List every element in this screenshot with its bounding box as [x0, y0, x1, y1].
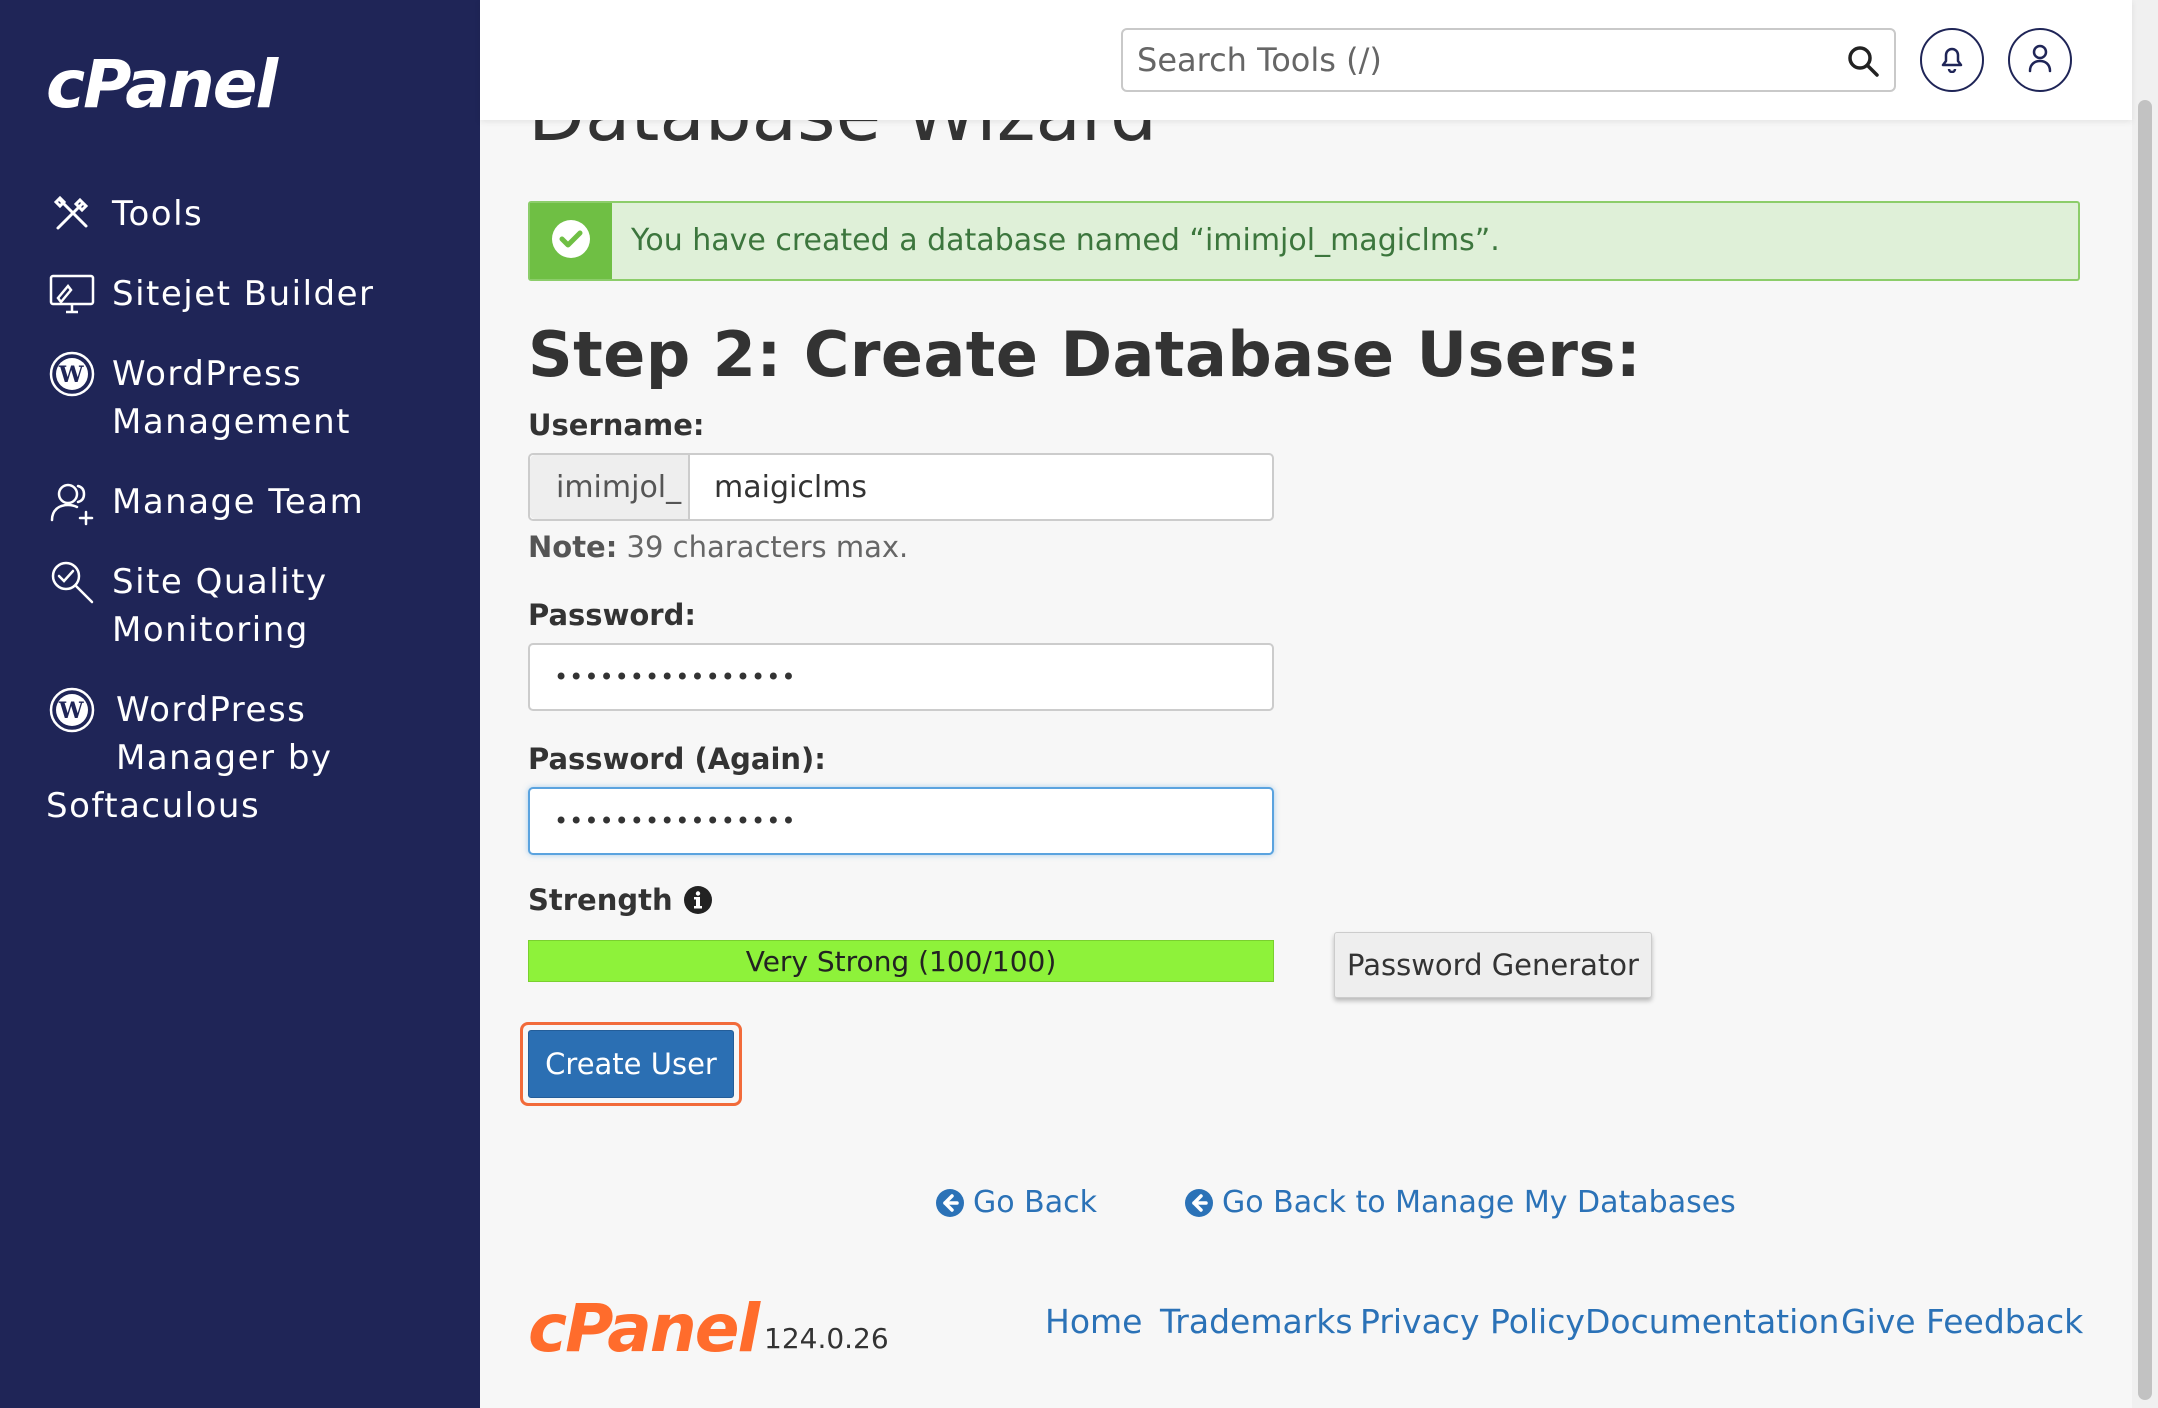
page-scrollbar[interactable] — [2132, 0, 2158, 1408]
alert-icon-bar — [530, 203, 612, 279]
user-icon — [2026, 43, 2054, 77]
wordpress-icon: W — [46, 686, 98, 734]
cpanel-logo[interactable]: cPanel — [46, 52, 278, 118]
password-strength-meter: Very Strong (100/100) — [528, 940, 1274, 982]
sidebar-item-label-line2: Monitoring — [112, 610, 309, 650]
sidebar-item-label-line2: Manager by — [116, 738, 333, 778]
footer-link-give-feedback[interactable]: Give Feedback — [1841, 1302, 2083, 1341]
arrow-left-circle-icon — [935, 1188, 965, 1218]
sidebar-item-label-line3: Softaculous — [46, 786, 261, 826]
password-again-label: Password (Again): — [528, 742, 826, 776]
version-number: 124.0.26 — [764, 1322, 889, 1355]
top-header — [480, 0, 2132, 120]
strength-meter-text: Very Strong (100/100) — [745, 944, 1057, 978]
success-alert: You have created a database named “imimj… — [528, 201, 2080, 281]
username-label: Username: — [528, 408, 705, 442]
user-menu-button[interactable] — [2008, 28, 2072, 92]
go-back-manage-label: Go Back to Manage My Databases — [1222, 1185, 1736, 1220]
check-circle-icon — [550, 218, 592, 264]
go-back-link[interactable]: Go Back — [935, 1185, 1097, 1220]
footer-link-privacy-policy[interactable]: Privacy Policy — [1360, 1302, 1585, 1341]
password-input[interactable] — [528, 643, 1274, 711]
sidebar-item-label-line1: Site Quality — [112, 562, 328, 602]
sidebar-item-label-line2: Management — [112, 402, 351, 442]
sidebar-item-label-line1: WordPress — [112, 354, 303, 394]
notifications-button[interactable] — [1920, 28, 1984, 92]
footer-cpanel-logo: cPanel — [528, 1290, 760, 1367]
sidebar-item-label: Tools — [112, 194, 204, 234]
footer-link-trademarks[interactable]: Trademarks — [1160, 1302, 1353, 1341]
sidebar-item-label: Manage Team — [112, 482, 365, 522]
sidebar-item-sitejet-builder[interactable]: Sitejet Builder — [46, 270, 375, 318]
note-label: Note: — [528, 530, 618, 564]
username-field-group: imimjol_ — [528, 453, 1274, 521]
note-text: 39 characters max. — [617, 530, 909, 564]
password-again-input[interactable] — [528, 787, 1274, 855]
sidebar-item-tools[interactable]: Tools — [46, 190, 203, 238]
sidebar-item-label: Sitejet Builder — [112, 274, 375, 314]
search-box[interactable] — [1121, 28, 1896, 92]
username-prefix: imimjol_ — [530, 455, 690, 519]
strength-label: Strength — [528, 883, 673, 917]
site-quality-icon — [46, 558, 98, 606]
info-icon[interactable] — [683, 885, 713, 915]
username-input[interactable] — [690, 455, 1272, 519]
footer-link-documentation[interactable]: Documentation — [1585, 1302, 1839, 1341]
sidebar-item-site-quality-monitoring[interactable]: Site Quality Monitoring — [46, 558, 328, 654]
sidebar-item-manage-team[interactable]: Manage Team — [46, 478, 364, 526]
arrow-left-circle-icon — [1184, 1188, 1214, 1218]
sidebar-item-wordpress-manager-softaculous[interactable]: W WordPress Manager by Softaculous — [46, 686, 333, 830]
tools-icon — [46, 190, 98, 238]
go-back-manage-databases-link[interactable]: Go Back to Manage My Databases — [1184, 1185, 1736, 1220]
step-title: Step 2: Create Database Users: — [528, 318, 1642, 391]
strength-label-row: Strength — [528, 883, 713, 917]
create-user-focus-ring: Create User — [520, 1022, 742, 1106]
alert-message: You have created a database named “imimj… — [631, 223, 1500, 258]
svg-text:W: W — [58, 698, 85, 724]
scrollbar-thumb[interactable] — [2138, 100, 2152, 1400]
bell-icon — [1938, 43, 1966, 77]
svg-text:W: W — [58, 362, 85, 388]
search-input[interactable] — [1137, 38, 1817, 82]
username-note: Note: 39 characters max. — [528, 530, 908, 564]
manage-team-icon — [46, 478, 98, 526]
wordpress-icon: W — [46, 350, 98, 398]
footer-link-home[interactable]: Home — [1045, 1302, 1142, 1341]
password-label: Password: — [528, 598, 696, 632]
sidebar-item-label-line1: WordPress — [116, 690, 307, 730]
sidebar-item-wordpress-management[interactable]: W WordPress Management — [46, 350, 351, 446]
sitejet-icon — [46, 270, 98, 318]
go-back-label: Go Back — [973, 1185, 1097, 1220]
create-user-button[interactable]: Create User — [528, 1030, 734, 1098]
sidebar: cPanel Tools Sitejet Builder W WordPress… — [0, 0, 480, 1408]
password-generator-button[interactable]: Password Generator — [1334, 932, 1652, 998]
search-icon[interactable] — [1846, 44, 1880, 78]
